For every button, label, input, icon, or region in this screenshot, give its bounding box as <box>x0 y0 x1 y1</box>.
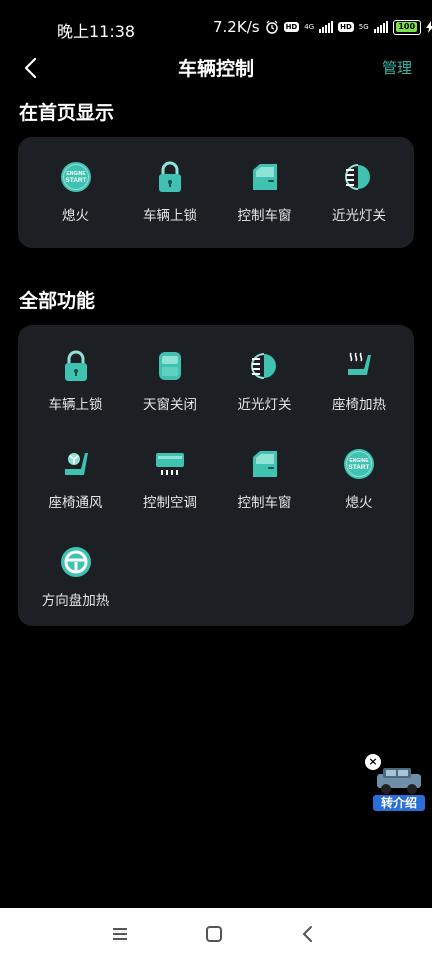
manage-button[interactable]: 管理 <box>382 57 412 78</box>
engine-text-2: START <box>348 464 369 471</box>
function-label: 座椅加热 <box>332 397 386 413</box>
status-bar: 晚上11:38 7.2K/s HD 4G HD 5G 100 <box>0 0 432 52</box>
headlight-icon <box>345 164 370 190</box>
function-item-8[interactable]: 方向盘加热 <box>26 545 125 609</box>
function-label: 车辆上锁 <box>143 208 197 224</box>
function-item-4[interactable]: 座椅通风 <box>26 447 125 511</box>
seat-heat-icon <box>348 352 371 375</box>
signal-icon-2 <box>373 21 388 33</box>
function-item-2[interactable]: 控制车窗 <box>215 160 314 224</box>
lock-icon <box>64 350 87 381</box>
lock-icon <box>159 161 181 192</box>
engine-start-icon: ENGINE START <box>344 449 374 479</box>
close-icon[interactable]: × <box>365 754 381 770</box>
function-label: 控制空调 <box>143 495 197 511</box>
hd-badge-2: HD <box>338 22 354 32</box>
car-window-icon <box>252 451 277 477</box>
air-conditioner-icon <box>156 453 184 475</box>
function-label: 近光灯关 <box>237 397 292 413</box>
network-speed: 7.2K/s <box>213 18 260 36</box>
seat-ventilation-icon <box>64 453 88 475</box>
home-section-title: 在首页显示 <box>19 102 115 124</box>
system-navigation-bar <box>0 908 432 960</box>
menu-icon[interactable] <box>109 923 131 945</box>
function-item-6[interactable]: 控制车窗 <box>215 447 314 511</box>
sim2-type: 5G <box>358 22 369 31</box>
signal-icon <box>319 21 334 33</box>
function-item-2[interactable]: 近光灯关 <box>215 349 314 413</box>
function-label: 控制车窗 <box>237 208 292 224</box>
page-title: 车辆控制 <box>177 58 254 80</box>
status-time: 晚上11:38 <box>57 22 136 41</box>
status-icons: 7.2K/s HD 4G HD 5G 100 <box>213 18 432 36</box>
steering-wheel-icon <box>60 547 91 577</box>
sunroof-icon <box>159 352 181 380</box>
floating-referral-widget[interactable]: × 转介绍 <box>365 754 427 812</box>
function-item-7[interactable]: ENGINE START 熄火 <box>310 447 409 511</box>
function-label: 熄火 <box>345 495 373 511</box>
all-card: 车辆上锁 天窗关闭 近光灯关 座椅加热 座椅通风 控制空调 控制车窗 ENGIN… <box>18 325 414 626</box>
function-label: 天窗关闭 <box>143 397 197 413</box>
function-label: 车辆上锁 <box>48 397 103 413</box>
function-item-1[interactable]: 天窗关闭 <box>121 349 220 413</box>
car-window-icon <box>252 164 277 190</box>
function-label: 方向盘加热 <box>41 593 110 609</box>
function-item-0[interactable]: ENGINE START 熄火 <box>26 160 125 224</box>
home-icon[interactable] <box>203 923 225 945</box>
function-label: 近光灯关 <box>332 208 386 224</box>
float-ad-label: 转介绍 <box>373 795 425 811</box>
function-item-1[interactable]: 车辆上锁 <box>121 160 220 224</box>
function-label: 熄火 <box>62 208 89 224</box>
alarm-icon <box>265 20 278 34</box>
function-item-5[interactable]: 控制空调 <box>121 447 220 511</box>
all-section-title: 全部功能 <box>19 290 96 312</box>
charging-icon <box>425 21 432 33</box>
function-label: 控制车窗 <box>237 495 292 511</box>
sim1-type: 4G <box>304 22 315 31</box>
function-item-3[interactable]: 近光灯关 <box>310 160 409 224</box>
engine-start-icon: ENGINE START <box>60 162 91 192</box>
header: 车辆控制 管理 <box>0 50 432 84</box>
headlight-icon <box>250 353 276 379</box>
engine-text-2: START <box>65 177 86 184</box>
home-card: ENGINE START 熄火 车辆上锁 控制车窗 近光灯关 <box>18 137 414 248</box>
battery-level: 100 <box>396 22 418 32</box>
car-thumbnail-icon <box>377 768 421 794</box>
function-item-3[interactable]: 座椅加热 <box>310 349 409 413</box>
hd-badge: HD <box>283 22 300 32</box>
back-nav-icon[interactable] <box>297 923 319 945</box>
battery-icon: 100 <box>392 19 421 35</box>
function-label: 座椅通风 <box>48 495 103 511</box>
function-item-0[interactable]: 车辆上锁 <box>26 349 125 413</box>
